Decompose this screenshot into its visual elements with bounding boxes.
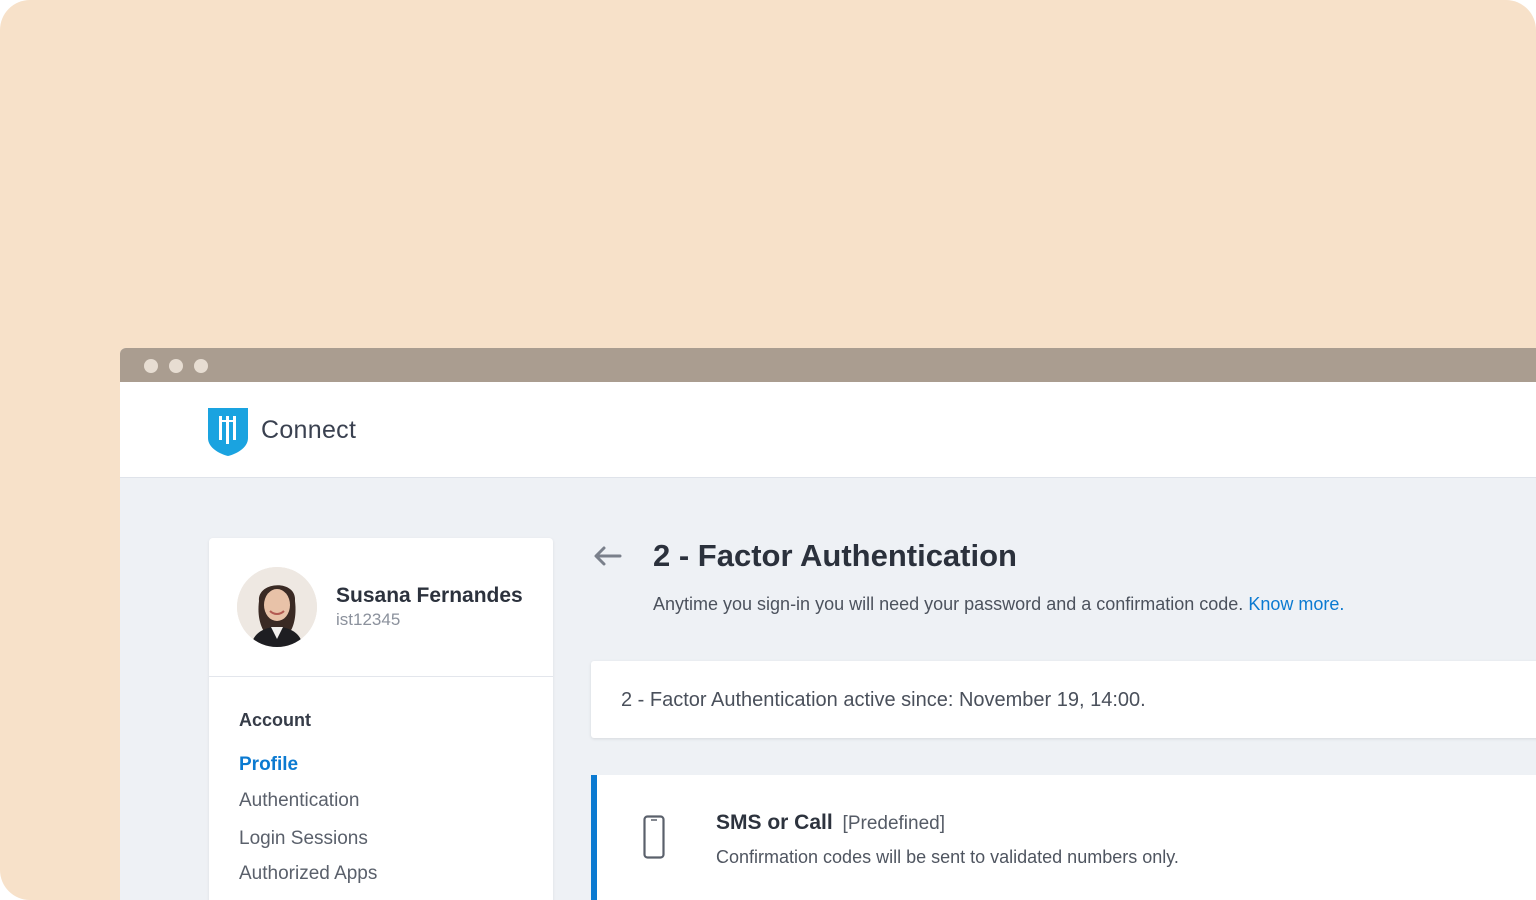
account-sidebar: Susana Fernandes ist12345 Account Profil… [209, 538, 553, 900]
user-avatar[interactable] [237, 567, 317, 647]
window-control-dot[interactable] [194, 359, 208, 373]
sidebar-item-profile[interactable]: Profile [239, 754, 298, 776]
subtitle-text: Anytime you sign-in you will need your p… [653, 594, 1244, 614]
user-name: Susana Fernandes [336, 584, 523, 607]
menu-section-title: Account [239, 710, 311, 730]
ist-shield-logo[interactable] [208, 408, 248, 456]
backdrop: Connect Susana Fernandes ist12345 Accoun… [0, 0, 1536, 900]
sidebar-item-authentication[interactable]: Authentication [239, 790, 359, 812]
auth-method-tag: [Predefined] [842, 813, 946, 834]
page-subtitle: Anytime you sign-in you will need your p… [653, 594, 1344, 615]
window-control-dot[interactable] [144, 359, 158, 373]
window-titlebar [120, 348, 1536, 382]
two-factor-status-text: 2 - Factor Authentication active since: … [621, 689, 1146, 711]
browser-window: Connect Susana Fernandes ist12345 Accoun… [120, 348, 1536, 900]
know-more-link[interactable]: Know more. [1248, 594, 1344, 614]
page-title: 2 - Factor Authentication [653, 538, 1017, 573]
phone-icon [643, 815, 665, 859]
user-profile-card: Susana Fernandes ist12345 [209, 538, 553, 677]
window-control-dot[interactable] [169, 359, 183, 373]
user-avatar-icon [237, 567, 317, 647]
app-brand-name[interactable]: Connect [261, 416, 356, 445]
sidebar-item-login-sessions[interactable]: Login Sessions [239, 828, 368, 850]
auth-method-card[interactable]: SMS or Call [Predefined] Confirmation co… [591, 775, 1536, 900]
sidebar-item-authorized-apps[interactable]: Authorized Apps [239, 863, 377, 885]
auth-method-description: Confirmation codes will be sent to valid… [716, 847, 1179, 867]
app-header: Connect [120, 382, 1536, 478]
user-id: ist12345 [336, 610, 401, 629]
auth-method-title: SMS or Call [Predefined] [716, 811, 945, 835]
auth-method-name: SMS or Call [716, 811, 833, 834]
arrow-left-icon[interactable] [592, 544, 624, 568]
two-factor-status-box: 2 - Factor Authentication active since: … [591, 661, 1536, 738]
